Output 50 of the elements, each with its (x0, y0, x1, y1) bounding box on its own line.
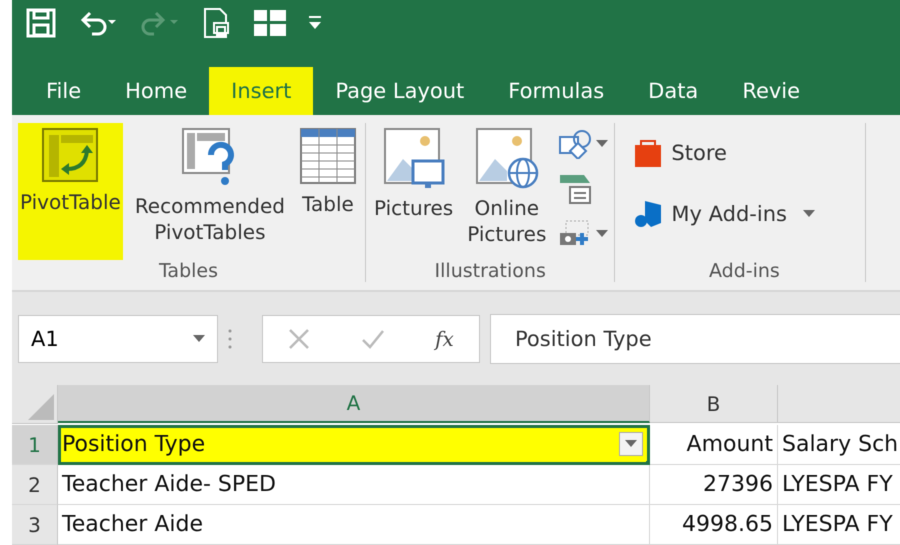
shapes-icon[interactable] (558, 129, 592, 159)
ribbon-tab[interactable]: File (24, 67, 104, 115)
row-header[interactable]: 3 (12, 505, 58, 545)
table-cell: Amount (650, 425, 778, 465)
table-cell: Teacher Aide- SPED (58, 465, 650, 505)
ribbon-button[interactable]: Online Pictures (465, 123, 548, 260)
ribbon-command[interactable]: Store (671, 141, 727, 165)
grip-icon (228, 328, 232, 350)
ribbon-button[interactable]: PivotTable (18, 123, 123, 260)
group-label: Add-ins (708, 260, 781, 282)
ribbon-tab[interactable]: Page Layout (313, 67, 486, 115)
ribbon-button[interactable]: Table (297, 123, 359, 260)
table-cell: Teacher Aide (58, 505, 650, 545)
table-cell: 4998.65 (650, 505, 778, 545)
caret-icon[interactable] (193, 334, 205, 343)
column-header[interactable]: B (650, 385, 778, 423)
smartart-icon[interactable] (558, 173, 592, 205)
ribbon-tab[interactable]: Data (626, 67, 720, 115)
table-cell: Position Type (58, 425, 650, 465)
name-box[interactable]: A1 (18, 314, 218, 363)
table-icon (299, 127, 357, 185)
ribbon-tab[interactable]: Home (103, 67, 210, 115)
caret-icon[interactable] (596, 140, 608, 148)
ribbon-button[interactable]: Recommended PivotTables (132, 123, 287, 260)
ribbon-tab[interactable]: Revie (720, 67, 822, 115)
insert-function-button[interactable]: fx (435, 326, 454, 351)
picture-monitor-icon (382, 127, 445, 189)
print-preview-icon[interactable] (202, 6, 232, 38)
pivot-table-icon (41, 127, 100, 183)
picture-globe-icon (474, 127, 539, 189)
add-ins-icon (633, 199, 664, 229)
formula-field[interactable]: Position Type (490, 314, 900, 364)
caret-icon[interactable] (802, 210, 815, 218)
caret-icon[interactable] (596, 230, 608, 238)
ribbon-tab[interactable]: Insert (209, 67, 314, 115)
shopping-bag-icon (633, 137, 664, 169)
ribbon-tab[interactable]: Formulas (486, 67, 626, 115)
row-header[interactable]: 1 (12, 425, 58, 465)
row-header[interactable]: 2 (12, 465, 58, 505)
table-cell: 27396 (650, 465, 778, 505)
column-header[interactable]: A (58, 385, 650, 423)
group-label: Illustrations (434, 260, 547, 282)
save-icon[interactable] (26, 8, 56, 38)
group-label: Tables (158, 260, 220, 282)
layout-icon[interactable] (254, 10, 286, 36)
ribbon-command[interactable]: My Add-ins (671, 202, 787, 226)
ribbon-button[interactable]: Pictures (372, 123, 456, 260)
checkmark-icon[interactable] (360, 328, 385, 350)
filter-caret-icon[interactable] (625, 440, 637, 448)
filter-button[interactable] (619, 432, 643, 456)
